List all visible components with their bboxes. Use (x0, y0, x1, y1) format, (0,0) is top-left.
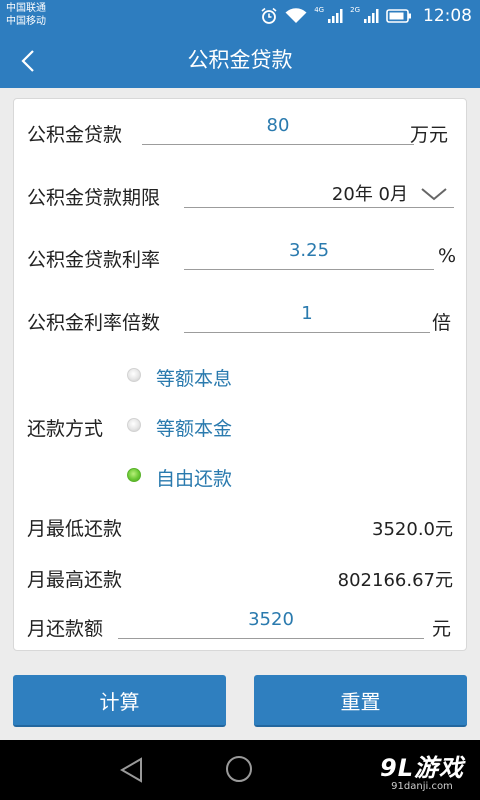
interest-rate-input[interactable]: 3.25 (184, 238, 434, 270)
nav-home-icon[interactable] (226, 756, 252, 782)
calculate-button[interactable]: 计算 (13, 675, 226, 727)
radio-equal-principal[interactable] (127, 418, 141, 432)
monthly-payment-value: 3520 (248, 609, 294, 630)
radio-label-equal-principal[interactable]: 等额本金 (156, 414, 232, 441)
loan-amount-input[interactable]: 80 (142, 113, 414, 145)
reset-button[interactable]: 重置 (254, 675, 467, 727)
monthly-payment-unit: 元 (432, 618, 452, 640)
radio-free-repayment[interactable] (127, 468, 141, 482)
loan-term-value: 20年 0月 (331, 184, 408, 205)
signal-icon (364, 9, 379, 23)
watermark-url: 91danji.com (391, 781, 453, 792)
page-title: 公积金贷款 (187, 48, 293, 72)
chevron-down-icon (421, 188, 447, 201)
rate-multiplier-input[interactable]: 1 (184, 301, 430, 333)
loan-amount-value: 80 (266, 115, 290, 136)
radio-label-free-repayment[interactable]: 自由还款 (156, 464, 232, 491)
interest-rate-unit: % (438, 245, 457, 267)
carrier-secondary: 中国移动 (6, 16, 46, 27)
alarm-icon (261, 7, 277, 24)
loan-term-select[interactable]: 20年 0月 (184, 176, 454, 208)
nav-back-icon[interactable] (119, 757, 145, 783)
title-bar: 公积金贷款 (0, 33, 480, 88)
loan-form-card: 公积金贷款 80 万元 公积金贷款期限 20年 0月 公积金贷款利率 3.25 … (13, 98, 467, 651)
signal-icon (328, 9, 343, 23)
repayment-method-label: 还款方式 (27, 418, 104, 440)
watermark-logo: 9L游戏 91danji.com (380, 748, 464, 792)
min-monthly-label: 月最低还款 (27, 518, 123, 540)
system-nav-bar: 9L游戏 91danji.com (0, 740, 480, 800)
rate-multiplier-value: 1 (301, 303, 313, 324)
clock: 12:08 (423, 6, 472, 26)
radio-label-equal-installment[interactable]: 等额本息 (156, 364, 232, 391)
status-icons: 4G 2G 12:08 (260, 5, 472, 27)
battery-icon (386, 9, 411, 23)
wifi-icon (285, 8, 307, 23)
interest-rate-value: 3.25 (288, 240, 330, 261)
rate-multiplier-unit: 倍 (432, 312, 452, 334)
rate-multiplier-label: 公积金利率倍数 (27, 312, 161, 334)
loan-amount-label: 公积金贷款 (27, 124, 123, 146)
monthly-payment-input[interactable]: 3520 (118, 607, 424, 639)
status-bar: 中国联通 中国移动 4G 2G 12:08 (0, 0, 480, 33)
loan-term-label: 公积金贷款期限 (27, 187, 161, 209)
interest-rate-label: 公积金贷款利率 (27, 249, 161, 271)
max-monthly-label: 月最高还款 (27, 569, 123, 591)
carrier-primary: 中国联通 (6, 3, 46, 14)
min-monthly-value: 3520.0元 (372, 519, 453, 540)
radio-equal-installment[interactable] (127, 368, 141, 382)
max-monthly-value: 802166.67元 (337, 570, 453, 591)
monthly-payment-label: 月还款额 (27, 618, 104, 640)
network-type-2: 2G (350, 6, 360, 14)
watermark-brand: 9L游戏 (380, 754, 464, 782)
network-type-1: 4G (314, 6, 325, 14)
loan-amount-unit: 万元 (410, 124, 449, 146)
